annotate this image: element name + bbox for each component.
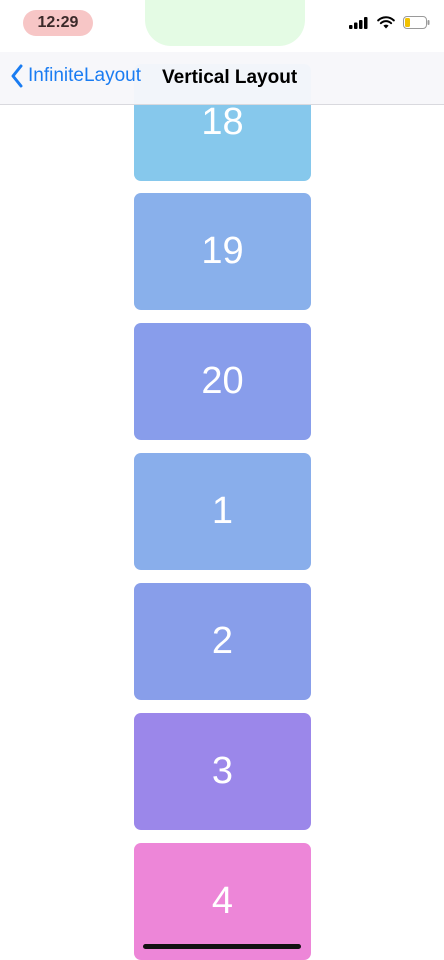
- back-button-label: InfiniteLayout: [28, 65, 142, 86]
- collection-cell[interactable]: 4: [134, 843, 311, 960]
- back-button[interactable]: InfiniteLayout: [10, 64, 141, 88]
- navigation-bar: InfiniteLayout Vertical Layout: [0, 52, 444, 105]
- signal-icon: [349, 16, 368, 29]
- collection-cell[interactable]: 20: [134, 323, 311, 440]
- collection-cell[interactable]: 19: [134, 193, 311, 310]
- collection-cell[interactable]: 2: [134, 583, 311, 700]
- battery-icon: [403, 16, 430, 29]
- collection-cell[interactable]: 3: [134, 713, 311, 830]
- notch-area: [145, 0, 305, 46]
- chevron-left-icon: [11, 64, 23, 88]
- status-icons: [349, 16, 430, 29]
- collection-cell[interactable]: 1: [134, 453, 311, 570]
- home-indicator[interactable]: [143, 944, 301, 949]
- status-time: 12:29: [23, 10, 93, 36]
- status-bar: 12:29: [0, 0, 444, 52]
- wifi-icon: [377, 16, 395, 29]
- page-title: Vertical Layout: [162, 67, 298, 88]
